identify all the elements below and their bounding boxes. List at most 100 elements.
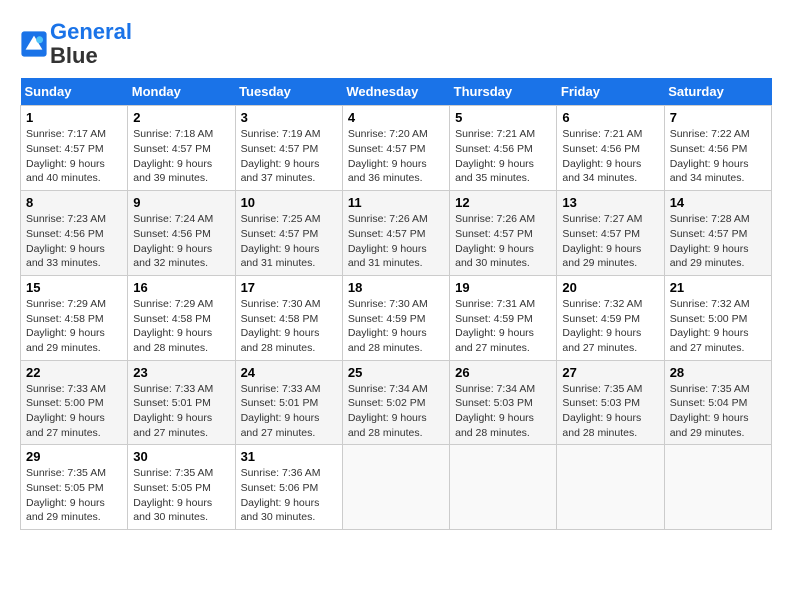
calendar-week-row: 1 Sunrise: 7:17 AMSunset: 4:57 PMDayligh… — [21, 106, 772, 191]
weekday-header: Wednesday — [342, 78, 449, 106]
day-number: 15 — [26, 280, 122, 295]
day-info: Sunrise: 7:23 AMSunset: 4:56 PMDaylight:… — [26, 212, 122, 271]
day-number: 9 — [133, 195, 229, 210]
weekday-header: Tuesday — [235, 78, 342, 106]
calendar-day-cell: 2 Sunrise: 7:18 AMSunset: 4:57 PMDayligh… — [128, 106, 235, 191]
weekday-header: Monday — [128, 78, 235, 106]
day-info: Sunrise: 7:36 AMSunset: 5:06 PMDaylight:… — [241, 466, 337, 525]
day-number: 18 — [348, 280, 444, 295]
day-number: 20 — [562, 280, 658, 295]
day-number: 26 — [455, 365, 551, 380]
day-number: 24 — [241, 365, 337, 380]
calendar-day-cell: 15 Sunrise: 7:29 AMSunset: 4:58 PMDaylig… — [21, 275, 128, 360]
logo-text: General Blue — [50, 20, 132, 68]
calendar-day-cell: 17 Sunrise: 7:30 AMSunset: 4:58 PMDaylig… — [235, 275, 342, 360]
calendar-day-cell: 28 Sunrise: 7:35 AMSunset: 5:04 PMDaylig… — [664, 360, 771, 445]
calendar-day-cell: 26 Sunrise: 7:34 AMSunset: 5:03 PMDaylig… — [450, 360, 557, 445]
header: General Blue — [20, 20, 772, 68]
day-number: 19 — [455, 280, 551, 295]
calendar-day-cell: 22 Sunrise: 7:33 AMSunset: 5:00 PMDaylig… — [21, 360, 128, 445]
day-info: Sunrise: 7:27 AMSunset: 4:57 PMDaylight:… — [562, 212, 658, 271]
day-info: Sunrise: 7:22 AMSunset: 4:56 PMDaylight:… — [670, 127, 766, 186]
day-number: 14 — [670, 195, 766, 210]
day-info: Sunrise: 7:19 AMSunset: 4:57 PMDaylight:… — [241, 127, 337, 186]
calendar-day-cell: 24 Sunrise: 7:33 AMSunset: 5:01 PMDaylig… — [235, 360, 342, 445]
day-info: Sunrise: 7:20 AMSunset: 4:57 PMDaylight:… — [348, 127, 444, 186]
day-info: Sunrise: 7:32 AMSunset: 4:59 PMDaylight:… — [562, 297, 658, 356]
day-info: Sunrise: 7:26 AMSunset: 4:57 PMDaylight:… — [455, 212, 551, 271]
weekday-header: Friday — [557, 78, 664, 106]
calendar-day-cell: 16 Sunrise: 7:29 AMSunset: 4:58 PMDaylig… — [128, 275, 235, 360]
day-info: Sunrise: 7:34 AMSunset: 5:03 PMDaylight:… — [455, 382, 551, 441]
day-info: Sunrise: 7:29 AMSunset: 4:58 PMDaylight:… — [133, 297, 229, 356]
calendar-day-cell: 7 Sunrise: 7:22 AMSunset: 4:56 PMDayligh… — [664, 106, 771, 191]
day-number: 10 — [241, 195, 337, 210]
day-number: 11 — [348, 195, 444, 210]
calendar-day-cell: 20 Sunrise: 7:32 AMSunset: 4:59 PMDaylig… — [557, 275, 664, 360]
day-number: 13 — [562, 195, 658, 210]
day-info: Sunrise: 7:35 AMSunset: 5:04 PMDaylight:… — [670, 382, 766, 441]
day-number: 30 — [133, 449, 229, 464]
weekday-header: Saturday — [664, 78, 771, 106]
day-info: Sunrise: 7:18 AMSunset: 4:57 PMDaylight:… — [133, 127, 229, 186]
calendar-day-cell: 1 Sunrise: 7:17 AMSunset: 4:57 PMDayligh… — [21, 106, 128, 191]
calendar-body: 1 Sunrise: 7:17 AMSunset: 4:57 PMDayligh… — [21, 106, 772, 530]
calendar-day-cell: 13 Sunrise: 7:27 AMSunset: 4:57 PMDaylig… — [557, 191, 664, 276]
day-number: 16 — [133, 280, 229, 295]
day-info: Sunrise: 7:30 AMSunset: 4:58 PMDaylight:… — [241, 297, 337, 356]
day-number: 25 — [348, 365, 444, 380]
calendar-day-cell — [342, 445, 449, 530]
day-info: Sunrise: 7:30 AMSunset: 4:59 PMDaylight:… — [348, 297, 444, 356]
calendar-day-cell: 10 Sunrise: 7:25 AMSunset: 4:57 PMDaylig… — [235, 191, 342, 276]
calendar-day-cell — [557, 445, 664, 530]
calendar-day-cell: 3 Sunrise: 7:19 AMSunset: 4:57 PMDayligh… — [235, 106, 342, 191]
calendar-day-cell: 27 Sunrise: 7:35 AMSunset: 5:03 PMDaylig… — [557, 360, 664, 445]
day-number: 1 — [26, 110, 122, 125]
day-number: 21 — [670, 280, 766, 295]
day-number: 3 — [241, 110, 337, 125]
calendar-day-cell: 31 Sunrise: 7:36 AMSunset: 5:06 PMDaylig… — [235, 445, 342, 530]
day-number: 6 — [562, 110, 658, 125]
day-number: 29 — [26, 449, 122, 464]
day-number: 5 — [455, 110, 551, 125]
day-info: Sunrise: 7:33 AMSunset: 5:01 PMDaylight:… — [133, 382, 229, 441]
day-number: 2 — [133, 110, 229, 125]
day-number: 7 — [670, 110, 766, 125]
calendar-day-cell — [450, 445, 557, 530]
day-info: Sunrise: 7:21 AMSunset: 4:56 PMDaylight:… — [562, 127, 658, 186]
calendar-day-cell: 6 Sunrise: 7:21 AMSunset: 4:56 PMDayligh… — [557, 106, 664, 191]
calendar-day-cell: 21 Sunrise: 7:32 AMSunset: 5:00 PMDaylig… — [664, 275, 771, 360]
calendar-day-cell: 23 Sunrise: 7:33 AMSunset: 5:01 PMDaylig… — [128, 360, 235, 445]
day-number: 4 — [348, 110, 444, 125]
day-number: 22 — [26, 365, 122, 380]
day-info: Sunrise: 7:25 AMSunset: 4:57 PMDaylight:… — [241, 212, 337, 271]
calendar-day-cell: 19 Sunrise: 7:31 AMSunset: 4:59 PMDaylig… — [450, 275, 557, 360]
day-number: 23 — [133, 365, 229, 380]
day-info: Sunrise: 7:21 AMSunset: 4:56 PMDaylight:… — [455, 127, 551, 186]
day-number: 12 — [455, 195, 551, 210]
day-info: Sunrise: 7:32 AMSunset: 5:00 PMDaylight:… — [670, 297, 766, 356]
day-number: 31 — [241, 449, 337, 464]
day-number: 28 — [670, 365, 766, 380]
day-info: Sunrise: 7:26 AMSunset: 4:57 PMDaylight:… — [348, 212, 444, 271]
calendar-day-cell: 29 Sunrise: 7:35 AMSunset: 5:05 PMDaylig… — [21, 445, 128, 530]
calendar-day-cell: 5 Sunrise: 7:21 AMSunset: 4:56 PMDayligh… — [450, 106, 557, 191]
weekday-header: Sunday — [21, 78, 128, 106]
day-info: Sunrise: 7:35 AMSunset: 5:05 PMDaylight:… — [133, 466, 229, 525]
calendar-day-cell: 14 Sunrise: 7:28 AMSunset: 4:57 PMDaylig… — [664, 191, 771, 276]
calendar-day-cell: 30 Sunrise: 7:35 AMSunset: 5:05 PMDaylig… — [128, 445, 235, 530]
day-number: 27 — [562, 365, 658, 380]
weekday-header-row: SundayMondayTuesdayWednesdayThursdayFrid… — [21, 78, 772, 106]
day-info: Sunrise: 7:24 AMSunset: 4:56 PMDaylight:… — [133, 212, 229, 271]
calendar-week-row: 29 Sunrise: 7:35 AMSunset: 5:05 PMDaylig… — [21, 445, 772, 530]
calendar-day-cell: 25 Sunrise: 7:34 AMSunset: 5:02 PMDaylig… — [342, 360, 449, 445]
logo: General Blue — [20, 20, 132, 68]
calendar-day-cell — [664, 445, 771, 530]
day-info: Sunrise: 7:35 AMSunset: 5:05 PMDaylight:… — [26, 466, 122, 525]
calendar-table: SundayMondayTuesdayWednesdayThursdayFrid… — [20, 78, 772, 530]
logo-icon — [20, 30, 48, 58]
day-info: Sunrise: 7:34 AMSunset: 5:02 PMDaylight:… — [348, 382, 444, 441]
calendar-week-row: 15 Sunrise: 7:29 AMSunset: 4:58 PMDaylig… — [21, 275, 772, 360]
calendar-day-cell: 4 Sunrise: 7:20 AMSunset: 4:57 PMDayligh… — [342, 106, 449, 191]
day-info: Sunrise: 7:33 AMSunset: 5:00 PMDaylight:… — [26, 382, 122, 441]
